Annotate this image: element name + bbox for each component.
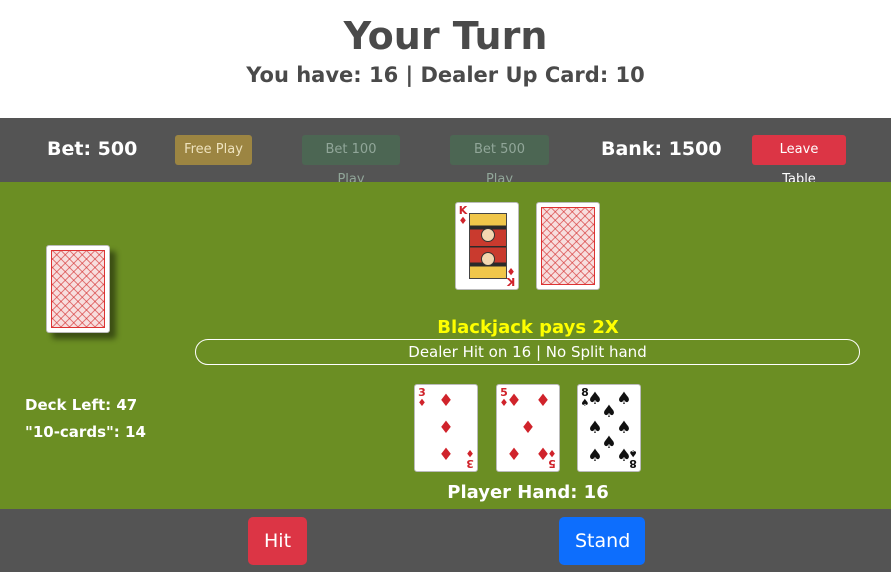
dealer-hole-card (536, 202, 600, 290)
betting-bar: Bet: 500 Free Play Bet 100 Play Bet 500 … (0, 118, 891, 187)
leave-table-button[interactable]: Leave Table (752, 135, 846, 187)
hit-button[interactable]: Hit (248, 517, 307, 565)
diamond-pip-icon: ♦ (520, 418, 536, 438)
bet-amount: Bet: 500 (47, 138, 138, 160)
player-card-8-spades: 8 ♠ ♠ ♠ ♠ ♠ ♠ ♠ ♠ ♠ 8 ♠ (577, 384, 641, 472)
game-table: K ♦ K ♦ Blackjack pays 2X Dealer Hit on 16… (0, 182, 891, 509)
player-hand-total: Player Hand: 16 (447, 482, 609, 503)
diamond-suit-icon: ♦ (417, 398, 427, 409)
turn-header: Your Turn You have: 16 | Dealer Up Card:… (0, 0, 891, 118)
dealer-card-king-diamonds: K ♦ K ♦ (455, 202, 519, 290)
table-rules: Dealer Hit on 16 | No Split hand (195, 339, 860, 365)
blackjack-payout-text: Blackjack pays 2X (437, 317, 619, 338)
diamond-suit-icon: ♦ (506, 265, 516, 276)
king-face-art (469, 213, 507, 279)
diamond-suit-icon: ♦ (465, 447, 475, 458)
spade-suit-icon: ♠ (628, 447, 638, 458)
player-card-3-diamonds: 3 ♦ ♦ ♦ ♦ 3 ♦ (414, 384, 478, 472)
ten-cards-count: "10-cards": 14 (25, 423, 146, 441)
diamond-pip-icon: ♦ (438, 391, 454, 411)
action-bar: Hit Stand (0, 509, 891, 572)
spade-pip-icon: ♠ (587, 446, 603, 466)
diamond-pip-icon: ♦ (438, 445, 454, 465)
diamond-pip-icon: ♦ (506, 391, 522, 411)
card-rank: 3 (466, 457, 474, 470)
spade-pip-icon: ♠ (601, 402, 617, 422)
stand-button[interactable]: Stand (559, 517, 645, 565)
free-play-button[interactable]: Free Play (175, 135, 252, 165)
hand-summary: You have: 16 | Dealer Up Card: 10 (246, 63, 645, 87)
bank-balance: Bank: 1500 (601, 138, 722, 160)
player-card-5-diamonds: 5 ♦ ♦ ♦ ♦ ♦ ♦ 5 ♦ (496, 384, 560, 472)
diamond-suit-icon: ♦ (458, 216, 468, 227)
turn-title: Your Turn (343, 14, 548, 58)
card-rank: 8 (629, 457, 637, 470)
diamond-pip-icon: ♦ (506, 445, 522, 465)
card-rank: K (506, 275, 516, 288)
bet-500-play-button[interactable]: Bet 500 Play (450, 135, 549, 187)
card-rank: 5 (548, 457, 556, 470)
deck-pile (46, 245, 110, 333)
deck-left-count: Deck Left: 47 (25, 396, 138, 414)
diamond-suit-icon: ♦ (547, 447, 557, 458)
diamond-pip-icon: ♦ (535, 391, 551, 411)
diamond-pip-icon: ♦ (438, 418, 454, 438)
bet-100-play-button[interactable]: Bet 100 Play (302, 135, 400, 187)
